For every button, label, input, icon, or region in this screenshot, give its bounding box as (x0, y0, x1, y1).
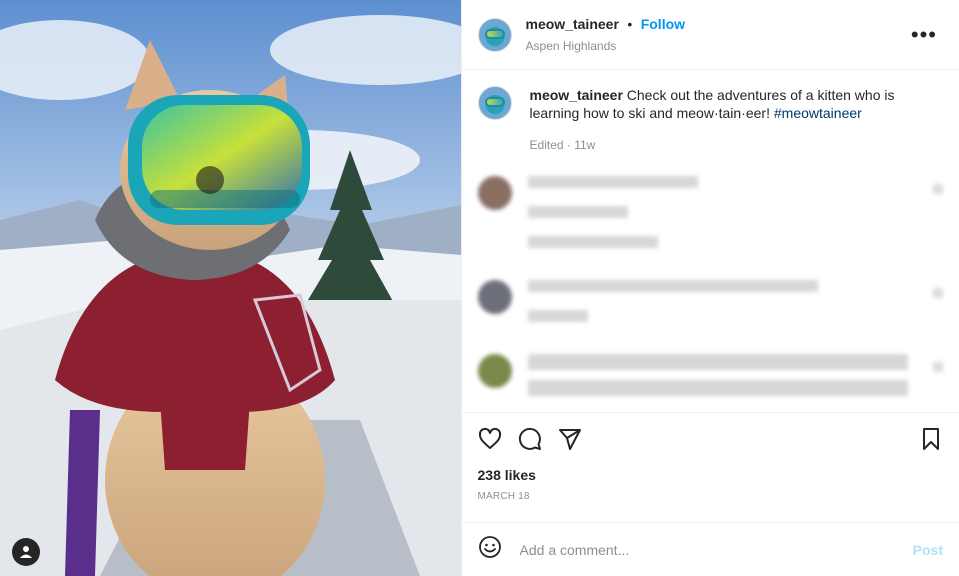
blurred-text (527, 280, 818, 292)
blurred-comment (527, 176, 933, 258)
blurred-text (527, 176, 698, 188)
emoji-button[interactable] (478, 535, 502, 564)
list-item (477, 354, 943, 406)
avatar[interactable] (477, 17, 512, 52)
post-side-panel: meow_taineer • Follow Aspen Highlands ••… (460, 0, 959, 576)
blurred-text (527, 354, 908, 370)
actions-section: 238 likes MARCH 18 (461, 412, 959, 522)
separator-dot: • (627, 16, 633, 32)
comment-input[interactable] (517, 540, 913, 559)
caption-username[interactable]: meow_taineer (530, 87, 623, 103)
heart-icon[interactable] (933, 362, 943, 372)
post-photo[interactable] (0, 0, 461, 576)
add-comment-bar: Post (461, 522, 959, 576)
blurred-text (527, 236, 658, 248)
heart-icon (478, 427, 501, 449)
blurred-text (527, 310, 588, 322)
location-link[interactable]: Aspen Highlands (526, 39, 905, 54)
avatar (477, 176, 512, 210)
action-icons (478, 427, 943, 451)
like-button[interactable] (478, 427, 502, 451)
follow-button[interactable]: Follow (641, 16, 685, 32)
header-info: meow_taineer • Follow Aspen Highlands (526, 15, 905, 54)
caption-hashtag[interactable]: #meowtaineer (774, 105, 862, 121)
comment-icon (518, 427, 541, 450)
more-icon: ••• (910, 21, 937, 47)
blurred-comment (527, 280, 933, 332)
heart-icon[interactable] (933, 288, 943, 298)
avatar (477, 280, 512, 314)
header-username[interactable]: meow_taineer (526, 16, 619, 32)
emoji-icon (478, 536, 501, 558)
caption-body: meow_taineer Check out the adventures of… (530, 86, 943, 154)
post-date[interactable]: MARCH 18 (478, 491, 943, 502)
post-comment-button[interactable]: Post (913, 542, 943, 558)
comments-list[interactable]: meow_taineer Check out the adventures of… (462, 70, 959, 412)
share-icon (558, 429, 581, 450)
caption: meow_taineer Check out the adventures of… (477, 86, 943, 154)
save-button[interactable] (919, 427, 943, 451)
bookmark-icon (923, 428, 939, 450)
caption-avatar[interactable] (477, 86, 512, 120)
list-item (477, 280, 943, 332)
avatar (477, 354, 512, 388)
user-tag-icon (20, 546, 32, 558)
blurred-comment (527, 354, 933, 406)
comment-button[interactable] (518, 427, 542, 451)
cat-in-goggles-photo (0, 0, 461, 576)
heart-icon[interactable] (933, 184, 943, 194)
more-options-button[interactable]: ••• (905, 21, 943, 47)
caption-meta: Edited · 11w (529, 138, 596, 152)
blurred-text (527, 380, 908, 396)
post-viewer: meow_taineer • Follow Aspen Highlands ••… (0, 0, 959, 576)
likes-count[interactable]: 238 likes (478, 467, 943, 483)
user-tag-button[interactable] (12, 538, 40, 566)
post-header: meow_taineer • Follow Aspen Highlands ••… (461, 0, 959, 70)
blurred-text (527, 206, 628, 218)
share-button[interactable] (558, 427, 582, 451)
list-item (477, 176, 943, 258)
